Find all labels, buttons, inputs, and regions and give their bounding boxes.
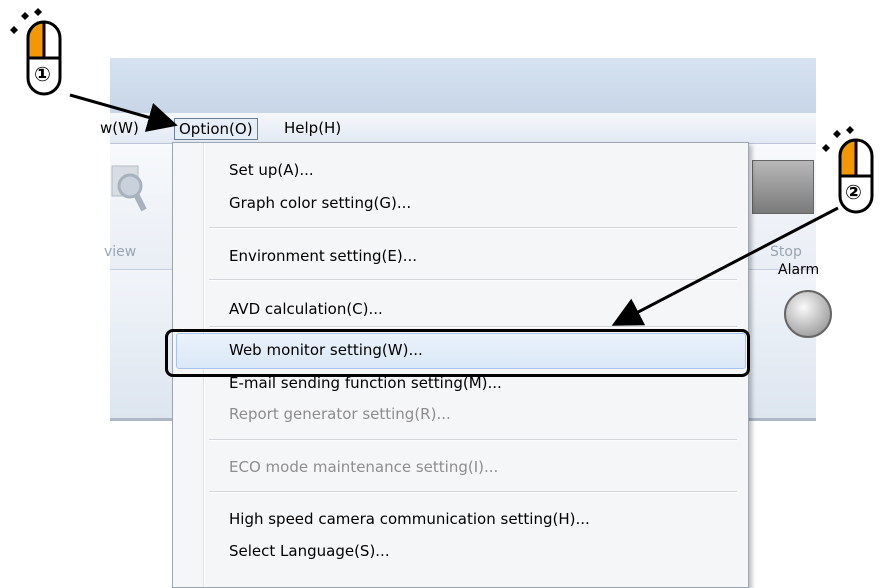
annotation-arrows (69, 93, 839, 326)
mouse-left-click-icon (10, 8, 62, 96)
step-1-number: ① (34, 62, 51, 86)
arrow-step2 (611, 206, 839, 326)
step-2-number: ② (845, 180, 862, 204)
mouse-left-click-icon (822, 126, 874, 214)
arrow-step1 (69, 93, 178, 132)
